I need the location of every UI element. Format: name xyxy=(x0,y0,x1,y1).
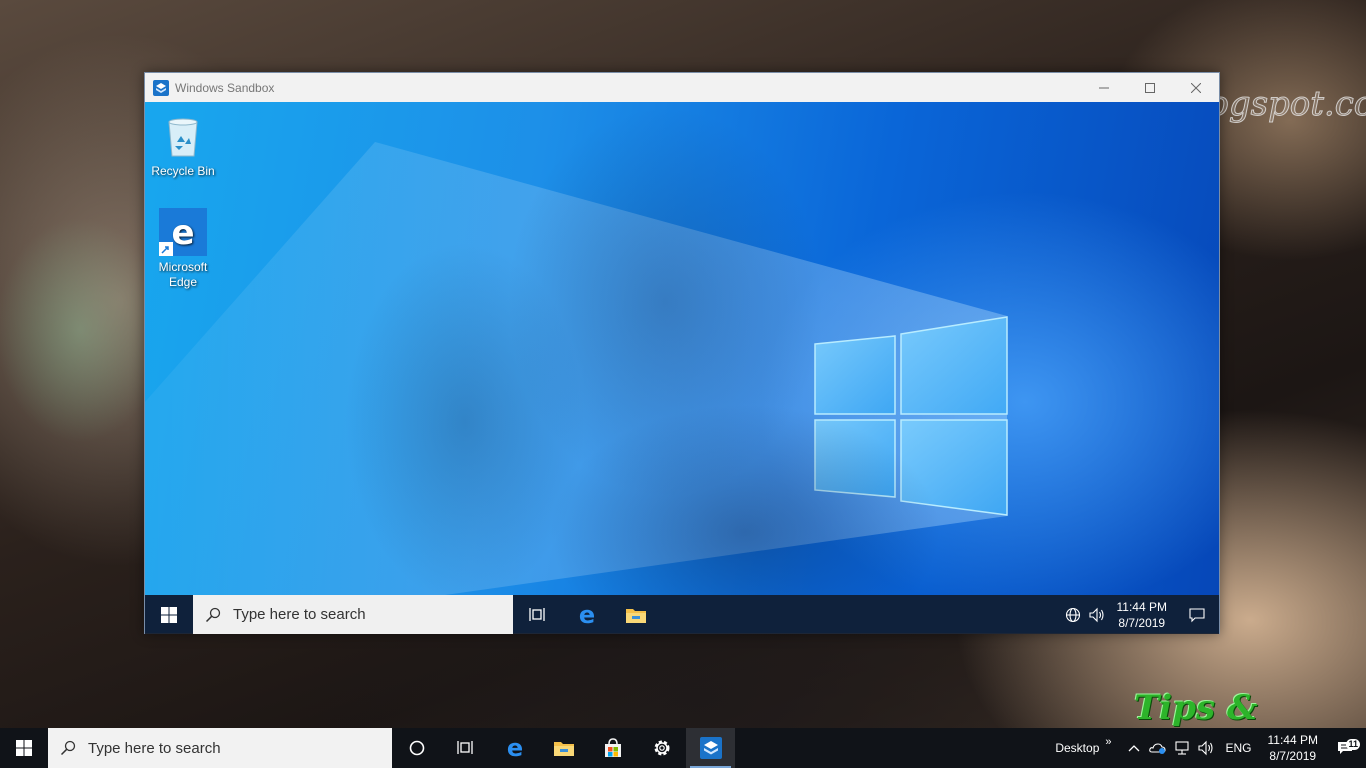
volume-icon[interactable] xyxy=(1194,740,1218,756)
windows-sandbox-icon xyxy=(699,737,722,759)
search-icon xyxy=(193,607,233,623)
input-language-indicator[interactable]: ENG xyxy=(1218,741,1260,755)
windows-start-icon xyxy=(16,740,32,756)
close-icon xyxy=(1191,82,1201,93)
edge-icon: e xyxy=(159,208,207,256)
show-hidden-icons-button[interactable] xyxy=(1122,744,1146,752)
window-title: Windows Sandbox xyxy=(175,80,275,95)
desktop-icon-microsoft-edge[interactable]: e Microsoft Edge xyxy=(145,208,221,290)
notification-count-badge: 11 xyxy=(1346,739,1360,750)
sandbox-clock[interactable]: 11:44 PM 8/7/2019 xyxy=(1109,599,1175,631)
action-center-button[interactable]: 11 xyxy=(1326,739,1366,756)
desktop-toolbar-label[interactable]: Desktop xyxy=(1051,741,1103,755)
minimize-icon xyxy=(1099,87,1109,88)
settings-button[interactable] xyxy=(637,728,686,768)
svg-text:e: e xyxy=(578,604,594,626)
notification-icon xyxy=(1189,607,1205,622)
search-box[interactable]: Type here to search xyxy=(48,728,392,768)
sandbox-start-button[interactable] xyxy=(145,595,193,634)
sandbox-system-tray: 11:44 PM 8/7/2019 xyxy=(1061,595,1219,634)
sandbox-taskbar: Type here to search e 11:44 PM 8/7/2019 xyxy=(145,595,1219,634)
desktop-icon-label: Recycle Bin xyxy=(151,164,215,178)
volume-icon[interactable] xyxy=(1085,607,1109,623)
network-globe-icon[interactable] xyxy=(1061,607,1085,623)
desktop-icon-label: Microsoft Edge xyxy=(158,260,208,289)
file-explorer-icon xyxy=(625,608,646,623)
clock-time: 11:44 PM xyxy=(1116,599,1167,614)
system-tray: Desktop » ENG 11:44 PM 8/7/2019 11 xyxy=(1051,728,1366,768)
edge-button[interactable]: e xyxy=(490,728,539,768)
sandbox-window[interactable]: Windows Sandbox Recycle Bin e Microsoft … xyxy=(144,72,1220,634)
sandbox-task-view-button[interactable] xyxy=(513,595,562,634)
close-button[interactable] xyxy=(1173,73,1219,102)
sandbox-desktop[interactable]: Recycle Bin e Microsoft Edge xyxy=(145,102,1219,595)
svg-text:e: e xyxy=(506,737,522,759)
sandbox-edge-button[interactable]: e xyxy=(562,595,611,634)
sandbox-file-explorer-button[interactable] xyxy=(611,595,660,634)
search-placeholder: Type here to search xyxy=(88,739,221,757)
settings-icon xyxy=(654,740,669,756)
search-placeholder: Type here to search xyxy=(233,606,366,623)
maximize-button[interactable] xyxy=(1127,73,1173,102)
file-explorer-button[interactable] xyxy=(539,728,588,768)
cortana-button[interactable] xyxy=(392,728,441,768)
overlay-photo xyxy=(145,102,1219,595)
sandbox-search-box[interactable]: Type here to search xyxy=(193,595,513,634)
windows-sandbox-icon xyxy=(153,79,169,96)
maximize-icon xyxy=(1145,82,1155,93)
recycle-bin-icon xyxy=(159,112,207,160)
desktop-toolbar-chevron[interactable]: » xyxy=(1103,736,1121,748)
search-icon xyxy=(48,740,88,756)
cortana-icon xyxy=(409,740,424,756)
chevron-up-icon xyxy=(1128,745,1139,752)
task-view-icon xyxy=(456,741,473,754)
svg-text:e: e xyxy=(171,213,194,253)
store-button[interactable] xyxy=(588,728,637,768)
windows-start-icon xyxy=(161,606,177,623)
edge-icon: e xyxy=(578,604,594,626)
desktop-icon-recycle-bin[interactable]: Recycle Bin xyxy=(145,112,221,179)
action-center-button[interactable] xyxy=(1175,607,1219,623)
file-explorer-icon xyxy=(553,742,574,756)
task-view-icon xyxy=(528,607,545,621)
network-icon[interactable] xyxy=(1170,741,1194,755)
store-icon xyxy=(604,738,621,757)
clock[interactable]: 11:44 PM 8/7/2019 xyxy=(1260,732,1326,764)
onedrive-status-icon[interactable] xyxy=(1146,741,1170,755)
windows-sandbox-button[interactable] xyxy=(686,728,735,768)
host-taskbar: Type here to search e Desktop » ENG 11:4… xyxy=(0,728,1366,768)
window-titlebar[interactable]: Windows Sandbox xyxy=(145,73,1219,102)
clock-time: 11:44 PM xyxy=(1267,733,1318,747)
clock-date: 8/7/2019 xyxy=(1269,749,1317,763)
edge-icon: e xyxy=(506,737,522,759)
minimize-button[interactable] xyxy=(1081,73,1127,102)
clock-date: 8/7/2019 xyxy=(1118,615,1166,630)
start-button[interactable] xyxy=(0,728,48,768)
task-view-button[interactable] xyxy=(441,728,490,768)
